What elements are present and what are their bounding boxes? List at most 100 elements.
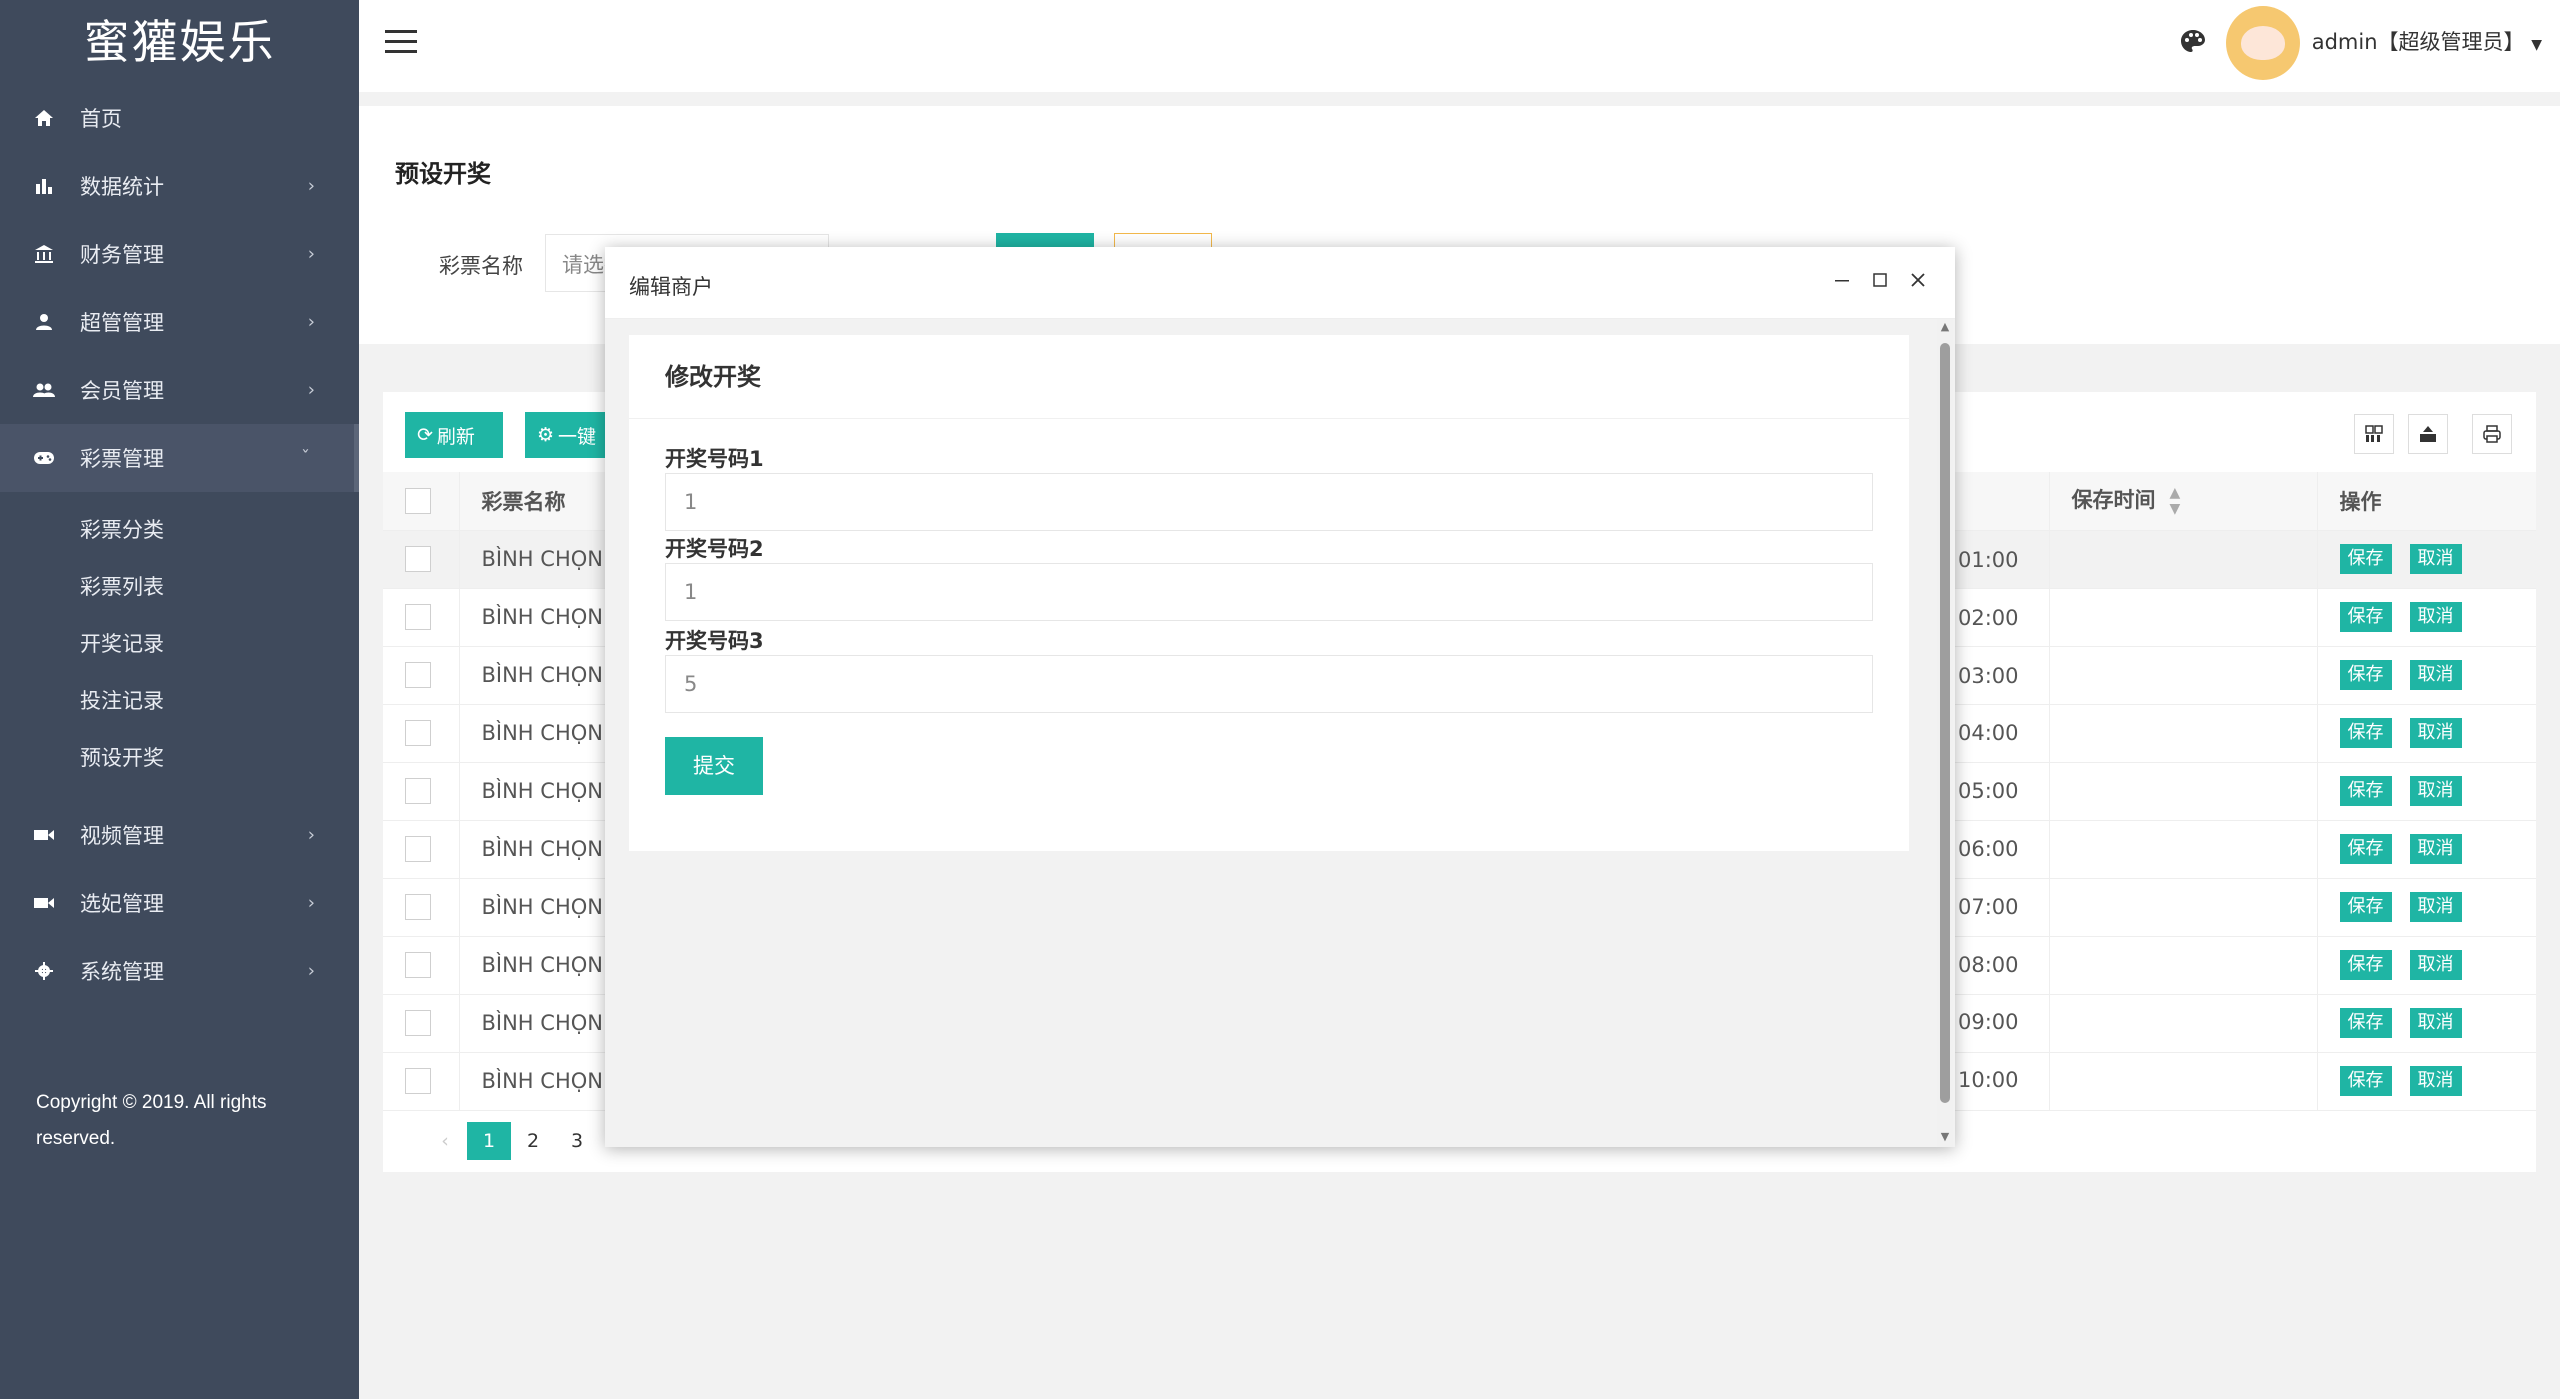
save-button[interactable]: 保存 (2339, 718, 2392, 748)
avatar[interactable] (2226, 6, 2300, 80)
row-checkbox[interactable] (405, 836, 431, 862)
save-time-cell (2049, 588, 2318, 647)
refresh-button[interactable]: ⟳ 刷新 (405, 412, 503, 458)
page-1[interactable]: 1 (467, 1122, 511, 1160)
sort-icon[interactable]: ▲ ▼ (2170, 485, 2181, 517)
action-cell: 保存 取消 (2317, 588, 2536, 647)
close-icon[interactable] (1903, 265, 1933, 295)
cancel-button[interactable]: 取消 (2409, 544, 2462, 574)
row-checkbox[interactable] (405, 546, 431, 572)
save-button[interactable]: 保存 (2339, 834, 2392, 864)
cancel-button[interactable]: 取消 (2409, 602, 2462, 632)
form-card: 修改开奖 开奖号码1 1 开奖号码2 1 开奖号码3 5 提交 (629, 335, 1909, 851)
time-value: 01:00 (1958, 548, 2019, 572)
cancel-button[interactable]: 取消 (2409, 950, 2462, 980)
save-button[interactable]: 保存 (2339, 950, 2392, 980)
row-checkbox[interactable] (405, 952, 431, 978)
modal-scrollbar[interactable]: ▲ ▼ (1937, 319, 1953, 1147)
copyright-text: Copyright © 2019. All rights reserved. (36, 1092, 267, 1149)
row-select-cell (383, 762, 460, 821)
form-title: 修改开奖 (629, 335, 1909, 419)
scroll-down-icon[interactable]: ▼ (1939, 1131, 1951, 1143)
sidebar-item-home[interactable]: 首页 (0, 84, 359, 152)
row-checkbox[interactable] (405, 604, 431, 630)
cancel-button[interactable]: 取消 (2409, 660, 2462, 690)
page-3[interactable]: 3 (555, 1122, 599, 1160)
save-button[interactable]: 保存 (2339, 1008, 2392, 1038)
sidebar-item-finance[interactable]: 财务管理 › (0, 220, 359, 288)
submit-button[interactable]: 提交 (665, 737, 763, 795)
user-icon (32, 310, 56, 334)
row-checkbox[interactable] (405, 1068, 431, 1094)
save-button[interactable]: 保存 (2339, 660, 2392, 690)
palette-icon[interactable] (2179, 28, 2207, 56)
time-value: 08:00 (1958, 952, 2019, 977)
cancel-button[interactable]: 取消 (2409, 1066, 2462, 1096)
page-2[interactable]: 2 (511, 1122, 555, 1160)
minimize-icon[interactable] (1827, 265, 1857, 295)
action-cell: 保存 取消 (2317, 936, 2536, 995)
time-value: 04:00 (1958, 721, 2019, 746)
row-select-cell (383, 646, 460, 705)
draw-number-2-input[interactable]: 1 (665, 563, 1873, 621)
bar-chart-icon (32, 174, 56, 198)
row-select-cell (383, 994, 460, 1053)
time-value: 07:00 (1958, 894, 2019, 919)
chevron-right-icon: › (307, 379, 315, 401)
export-icon[interactable] (2408, 414, 2448, 454)
save-button[interactable]: 保存 (2339, 1066, 2392, 1096)
sidebar-item-lottery[interactable]: 彩票管理 ˇ (0, 424, 359, 492)
chevron-right-icon: › (307, 892, 315, 914)
refresh-label: 刷新 (436, 425, 475, 448)
submenu-item-lottery-category[interactable]: 彩票分类 (0, 502, 359, 559)
draw-number-1-input[interactable]: 1 (665, 473, 1873, 531)
draw-number-3-input[interactable]: 5 (665, 655, 1873, 713)
time-value: 06:00 (1958, 836, 2019, 861)
save-button[interactable]: 保存 (2339, 892, 2392, 922)
chevron-right-icon: › (307, 175, 315, 197)
submenu-item-lottery-list[interactable]: 彩票列表 (0, 559, 359, 616)
prev-page-icon[interactable]: ‹ (423, 1122, 467, 1160)
save-button[interactable]: 保存 (2339, 544, 2392, 574)
modal-body: 修改开奖 开奖号码1 1 开奖号码2 1 开奖号码3 5 提交 ▲ ▼ (605, 319, 1955, 1147)
submenu-item-bet-records[interactable]: 投注记录 (0, 673, 359, 730)
sidebar-item-members[interactable]: 会员管理 › (0, 356, 359, 424)
row-checkbox[interactable] (405, 662, 431, 688)
cancel-button[interactable]: 取消 (2409, 776, 2462, 806)
columns-icon[interactable] (2354, 414, 2394, 454)
save-time-cell (2049, 646, 2318, 705)
cancel-button[interactable]: 取消 (2409, 718, 2462, 748)
sidebar-item-admin[interactable]: 超管管理 › (0, 288, 359, 356)
sidebar-item-system[interactable]: 系统管理 › (0, 937, 359, 1005)
col-header-action: 操作 (2317, 472, 2536, 531)
col-header-time[interactable]: 保存时间 ▲ ▼ (2049, 472, 2318, 531)
save-time-cell (2049, 1052, 2318, 1111)
gear-icon (32, 959, 56, 983)
sidebar-item-stats[interactable]: 数据统计 › (0, 152, 359, 220)
sidebar-item-label: 选妃管理 (80, 892, 164, 916)
save-button[interactable]: 保存 (2339, 776, 2392, 806)
print-icon[interactable] (2472, 414, 2512, 454)
row-checkbox[interactable] (405, 894, 431, 920)
sidebar-item-selection[interactable]: 选妃管理 › (0, 869, 359, 937)
cancel-button[interactable]: 取消 (2409, 1008, 2462, 1038)
cancel-button[interactable]: 取消 (2409, 892, 2462, 922)
action-cell: 保存 取消 (2317, 704, 2536, 763)
scroll-up-icon[interactable]: ▲ (1939, 321, 1951, 333)
row-checkbox[interactable] (405, 1010, 431, 1036)
users-icon (32, 378, 56, 402)
save-button[interactable]: 保存 (2339, 602, 2392, 632)
menu-toggle-icon[interactable] (385, 30, 417, 56)
maximize-icon[interactable] (1865, 265, 1895, 295)
action-cell: 保存 取消 (2317, 820, 2536, 879)
submenu-item-draw-records[interactable]: 开奖记录 (0, 616, 359, 673)
row-checkbox[interactable] (405, 778, 431, 804)
row-checkbox[interactable] (405, 720, 431, 746)
select-all-checkbox[interactable] (405, 487, 431, 514)
batch-button[interactable]: ⚙ 一键 (525, 412, 609, 458)
user-menu[interactable]: admin【超级管理员】 ▼ (2312, 26, 2542, 56)
sidebar-item-video[interactable]: 视频管理 › (0, 801, 359, 869)
submenu-item-preset-draw[interactable]: 预设开奖 (0, 730, 359, 787)
cancel-button[interactable]: 取消 (2409, 834, 2462, 864)
scroll-thumb[interactable] (1940, 343, 1950, 1103)
